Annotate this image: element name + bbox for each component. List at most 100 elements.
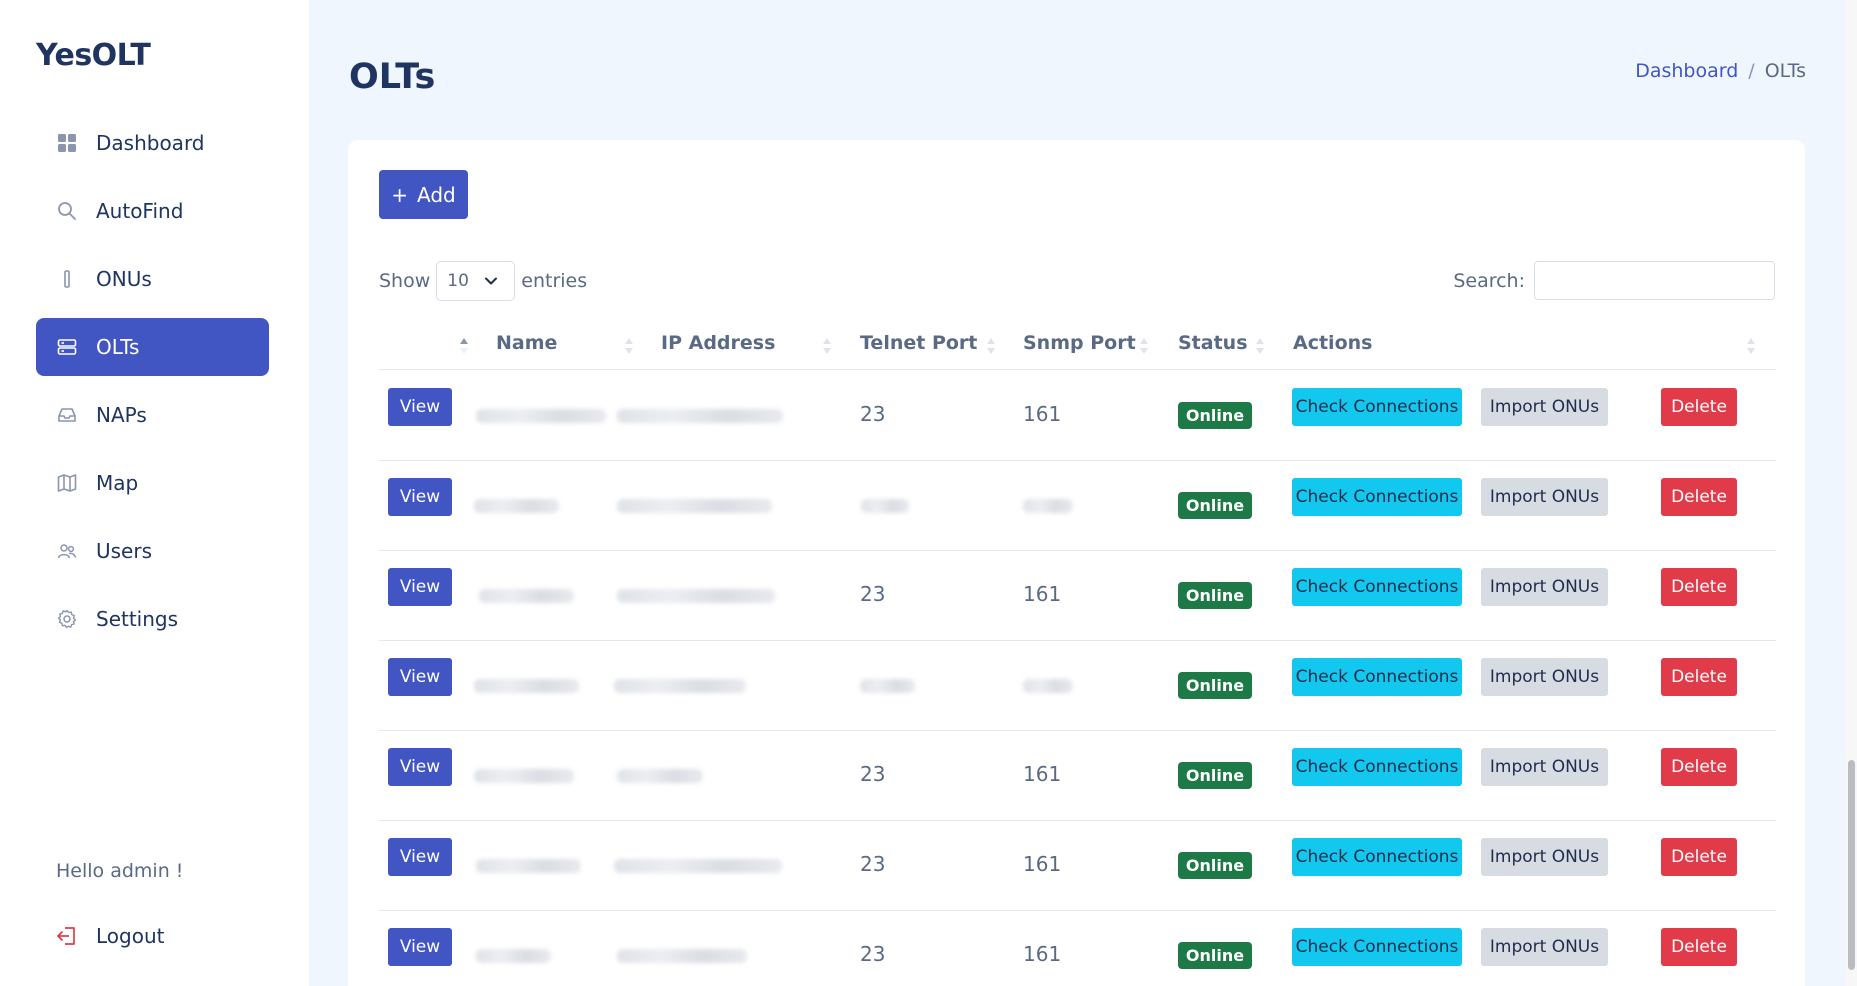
sort-icon[interactable] (624, 336, 634, 356)
delete-button[interactable]: Delete (1661, 658, 1737, 696)
import-onus-label: Import ONUs (1489, 667, 1600, 687)
redacted-name (476, 859, 581, 873)
logout-label: Logout (96, 924, 165, 948)
scrollbar-thumb[interactable] (1848, 760, 1855, 970)
view-button[interactable]: View (388, 388, 452, 426)
server-icon (56, 336, 78, 358)
redacted-snmp-port (1023, 499, 1073, 513)
search-label: Search: (1453, 269, 1525, 292)
sort-icon[interactable] (1746, 336, 1756, 356)
column-header-actions[interactable]: Actions (1293, 332, 1372, 354)
import-onus-button[interactable]: Import ONUs (1481, 568, 1608, 606)
table-row: View Online Check Connections Import ONUs De… (379, 641, 1776, 731)
view-button-label: View (399, 577, 441, 597)
delete-button[interactable]: Delete (1661, 928, 1737, 966)
import-onus-button[interactable]: Import ONUs (1481, 838, 1608, 876)
view-button[interactable]: View (388, 748, 452, 786)
sidebar-item-label: Settings (96, 607, 179, 631)
sort-icon[interactable] (822, 336, 832, 356)
check-connections-button[interactable]: Check Connections (1292, 838, 1462, 876)
redacted-name (479, 589, 574, 603)
delete-button[interactable]: Delete (1661, 388, 1737, 426)
check-connections-label: Check Connections (1295, 937, 1459, 957)
page-title: OLTs (349, 57, 436, 97)
check-connections-label: Check Connections (1295, 487, 1459, 507)
map-icon (56, 472, 78, 494)
check-connections-label: Check Connections (1295, 397, 1459, 417)
sidebar-item-autofind[interactable]: AutoFind (36, 182, 269, 240)
delete-button[interactable]: Delete (1661, 838, 1737, 876)
breadcrumb-dashboard-link[interactable]: Dashboard (1635, 60, 1738, 82)
redacted-snmp-port (1023, 679, 1073, 693)
sidebar-nav: Dashboard AutoFind ONUs OLTs NAPs Map Us… (36, 114, 269, 658)
sidebar-item-users[interactable]: Users (36, 522, 269, 580)
view-button[interactable]: View (388, 928, 452, 966)
import-onus-button[interactable]: Import ONUs (1481, 478, 1608, 516)
inbox-icon (56, 404, 78, 426)
check-connections-button[interactable]: Check Connections (1292, 748, 1462, 786)
sort-icon[interactable] (986, 336, 996, 356)
page-scrollbar[interactable] (1845, 0, 1857, 986)
check-connections-button[interactable]: Check Connections (1292, 388, 1462, 426)
breadcrumb-current: OLTs (1764, 60, 1806, 82)
sidebar-item-naps[interactable]: NAPs (36, 386, 269, 444)
length-suffix: entries (521, 270, 588, 292)
import-onus-label: Import ONUs (1489, 937, 1600, 957)
telnet-port-cell: 23 (860, 402, 886, 426)
check-connections-button[interactable]: Check Connections (1292, 478, 1462, 516)
table-row: View 23 161 Online Check Connections Import O… (379, 371, 1776, 461)
add-olt-button[interactable]: + Add (379, 170, 468, 219)
column-header-ip[interactable]: IP Address (661, 332, 775, 354)
delete-button[interactable]: Delete (1661, 568, 1737, 606)
grid-icon (56, 132, 78, 154)
table-row: View 23 161 Online Check Connections Import O… (379, 911, 1776, 986)
delete-button-label: Delete (1671, 577, 1727, 597)
import-onus-button[interactable]: Import ONUs (1481, 928, 1608, 966)
sidebar-item-map[interactable]: Map (36, 454, 269, 512)
sort-asc-icon[interactable] (459, 336, 469, 356)
delete-button[interactable]: Delete (1661, 748, 1737, 786)
import-onus-button[interactable]: Import ONUs (1481, 388, 1608, 426)
column-header-snmp-port[interactable]: Snmp Port (1023, 332, 1136, 354)
redacted-ip (614, 859, 782, 873)
sidebar-item-onus[interactable]: ONUs (36, 250, 269, 308)
snmp-port-cell: 161 (1023, 762, 1062, 786)
column-header-status[interactable]: Status (1178, 332, 1248, 354)
column-header-telnet-port[interactable]: Telnet Port (860, 332, 977, 354)
redacted-ip (617, 589, 775, 603)
sidebar-item-olts[interactable]: OLTs (36, 318, 269, 376)
table-header: Name IP Address Telnet Port Snmp Port St… (379, 322, 1776, 370)
check-connections-button[interactable]: Check Connections (1292, 568, 1462, 606)
sidebar-item-settings[interactable]: Settings (36, 590, 269, 648)
entries-select[interactable]: 10 (436, 261, 516, 301)
sort-icon[interactable] (1139, 336, 1149, 356)
view-button[interactable]: View (388, 658, 452, 696)
column-header-name[interactable]: Name (496, 332, 557, 354)
view-button-label: View (399, 847, 441, 867)
entries-select-value: 10 (447, 271, 469, 291)
delete-button[interactable]: Delete (1661, 478, 1737, 516)
delete-button-label: Delete (1671, 487, 1727, 507)
view-button[interactable]: View (388, 838, 452, 876)
view-button[interactable]: View (388, 478, 452, 516)
logout-link[interactable]: Logout (56, 924, 164, 948)
sidebar-item-label: Dashboard (96, 131, 205, 155)
search-input[interactable] (1534, 261, 1775, 300)
table-row: View Online Check Connections Import ONUs De… (379, 461, 1776, 551)
length-prefix: Show (379, 270, 431, 292)
import-onus-button[interactable]: Import ONUs (1481, 658, 1608, 696)
import-onus-label: Import ONUs (1489, 847, 1600, 867)
import-onus-button[interactable]: Import ONUs (1481, 748, 1608, 786)
check-connections-button[interactable]: Check Connections (1292, 658, 1462, 696)
redacted-ip (614, 679, 746, 693)
redacted-ip (617, 949, 747, 963)
sidebar-item-dashboard[interactable]: Dashboard (36, 114, 269, 172)
sort-icon[interactable] (1255, 336, 1265, 356)
greeting-text: Hello admin ! (56, 860, 184, 882)
breadcrumb-separator: / (1748, 60, 1755, 82)
view-button[interactable]: View (388, 568, 452, 606)
brand-logo[interactable]: YesOLT (36, 38, 151, 73)
check-connections-button[interactable]: Check Connections (1292, 928, 1462, 966)
logout-icon (56, 925, 78, 947)
sidebar-item-label: Map (96, 471, 139, 495)
